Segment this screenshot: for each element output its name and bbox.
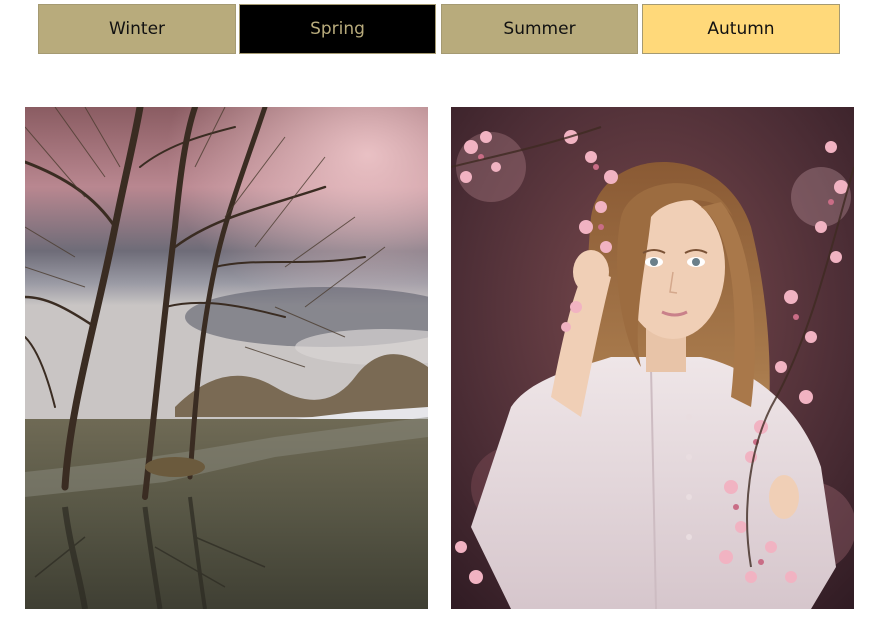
tab-summer[interactable]: Summer	[441, 4, 638, 54]
tab-autumn[interactable]: Autumn	[642, 4, 840, 54]
season-tabs: Winter Spring Summer Autumn	[38, 4, 840, 54]
season-gallery: Winter Spring Summer Autumn	[0, 0, 884, 625]
tab-spring[interactable]: Spring	[239, 4, 436, 54]
winter-river-trees-image	[25, 107, 428, 609]
tab-winter[interactable]: Winter	[38, 4, 236, 54]
girl-blossoms-image	[451, 107, 854, 609]
